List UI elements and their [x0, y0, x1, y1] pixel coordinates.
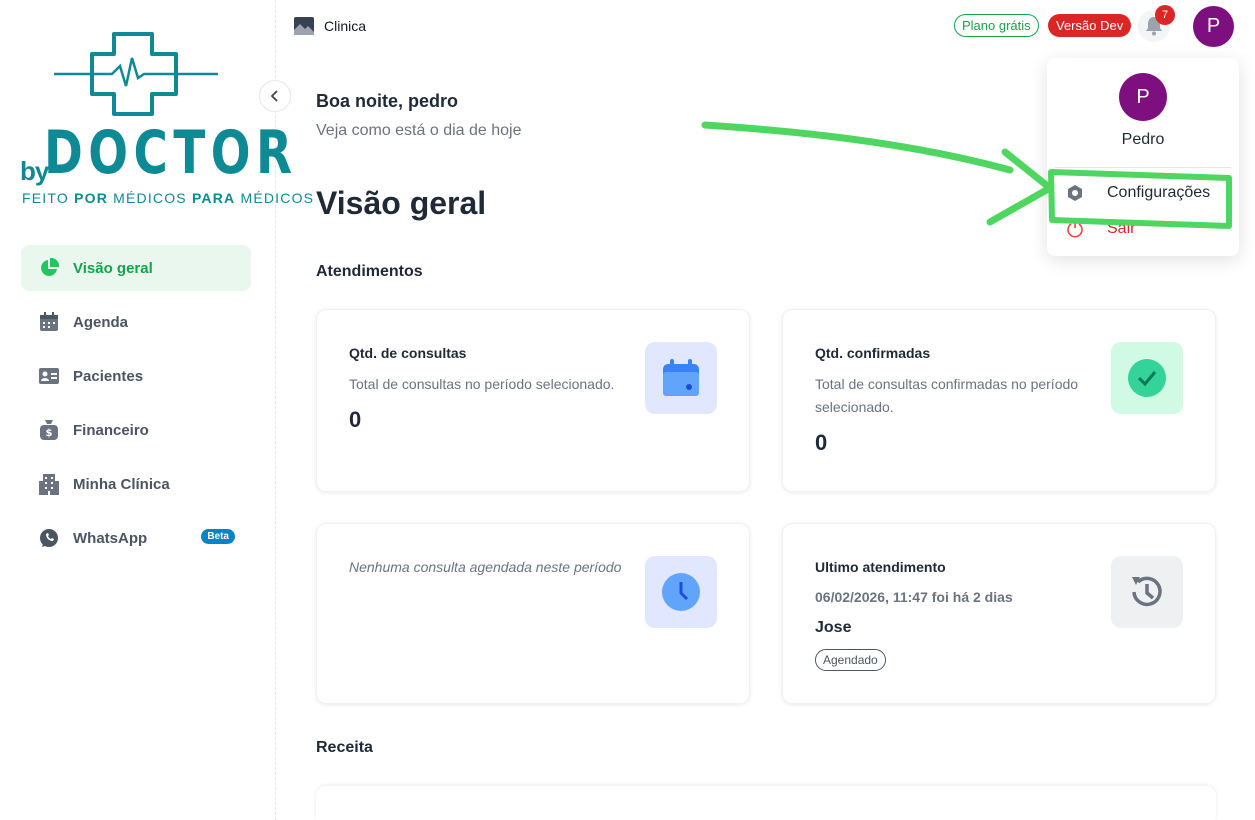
logout-label: Sair	[1107, 220, 1136, 237]
card-title: Qtd. confirmadas	[815, 345, 931, 361]
status-badge: Agendado	[815, 649, 886, 671]
greeting: Boa noite, pedro	[316, 91, 459, 111]
notification-count-badge: 7	[1155, 5, 1175, 25]
plan-badge[interactable]: Plano grátis	[954, 14, 1039, 37]
check-circle-icon	[1111, 342, 1183, 414]
dropdown-avatar: P	[1119, 73, 1167, 121]
sidebar-item-visao-geral[interactable]: Visão geral	[21, 245, 251, 291]
sidebar-item-agenda[interactable]: Agenda	[21, 299, 251, 345]
history-icon	[1111, 556, 1183, 628]
money-bag-icon: $	[38, 419, 60, 441]
calendar-icon	[38, 311, 60, 333]
brand-name: DOCTOR	[44, 118, 298, 188]
sidebar-item-label: Pacientes	[73, 367, 144, 385]
chevron-left-icon	[270, 90, 278, 102]
sidebar-item-label: Visão geral	[73, 259, 153, 277]
sidebar-item-pacientes[interactable]: Pacientes	[21, 353, 251, 399]
whatsapp-icon	[38, 527, 60, 549]
topbar: Clinica Plano grátis Versão Dev 7 P	[276, 0, 1255, 52]
image-icon	[294, 17, 314, 35]
sidebar: DOCTOR by FEITO POR MÉDICOS PARA MÉDICOS…	[0, 0, 313, 820]
card-description: Total de consultas no período selecionad…	[349, 376, 615, 392]
sidebar-item-label: Agenda	[73, 313, 129, 331]
sidebar-item-label: Minha Clínica	[73, 475, 170, 493]
building-icon	[38, 473, 60, 495]
card-value: 0	[349, 407, 362, 432]
bydoctor-logo[interactable]: DOCTOR by FEITO POR MÉDICOS PARA MÉDICOS	[18, 28, 313, 218]
pie-chart-icon	[38, 257, 60, 279]
beta-badge: Beta	[201, 529, 235, 544]
card-qtd-consultas: Qtd. de consultas Total de consultas no …	[316, 309, 750, 492]
dropdown-user-name: Pedro	[1121, 131, 1165, 148]
clinic-selector[interactable]: Clinica	[294, 17, 366, 35]
version-badge: Versão Dev	[1048, 14, 1132, 37]
collapse-sidebar-button[interactable]	[259, 80, 291, 112]
id-card-icon	[38, 365, 60, 387]
calendar-icon	[645, 342, 717, 414]
sidebar-item-minha-clinica[interactable]: Minha Clínica	[21, 461, 251, 507]
settings-menu-item[interactable]: Configurações	[1065, 180, 1210, 206]
sidebar-item-label: WhatsApp	[73, 529, 148, 547]
dropdown-divider	[1055, 167, 1231, 168]
section-receita: Receita	[316, 739, 373, 756]
card-title: Ultimo atendimento	[815, 559, 946, 575]
sidebar-nav: Visão geral Agenda Pacientes $ Financeir…	[21, 245, 251, 569]
page-title: Visão geral	[316, 185, 487, 221]
svg-text:$: $	[46, 428, 53, 439]
clock-icon	[645, 556, 717, 628]
card-proximas-consultas: Nenhuma consulta agendada neste período	[316, 523, 750, 704]
last-visit-date: 06/02/2026, 11:47 foi há 2 dias	[815, 589, 1013, 605]
card-receita	[316, 786, 1216, 820]
card-qtd-confirmadas: Qtd. confirmadas Total de consultas conf…	[782, 309, 1216, 492]
gear-icon	[1065, 185, 1085, 201]
power-icon	[1065, 220, 1085, 238]
user-menu-dropdown: P Pedro Configurações Sair	[1047, 58, 1239, 256]
clinic-name: Clinica	[324, 18, 367, 34]
brand-tagline: FEITO POR MÉDICOS PARA MÉDICOS	[22, 190, 315, 206]
card-ultimo-atendimento: Ultimo atendimento 06/02/2026, 11:47 foi…	[782, 523, 1216, 704]
empty-state-text: Nenhuma consulta agendada neste período	[349, 559, 622, 575]
user-avatar-button[interactable]: P	[1193, 6, 1234, 47]
sidebar-item-whatsapp[interactable]: WhatsApp Beta	[21, 515, 251, 561]
section-atendimentos: Atendimentos	[316, 263, 423, 280]
greeting-subtitle: Veja como está o dia de hoje	[316, 122, 522, 139]
card-title: Qtd. de consultas	[349, 345, 467, 361]
sidebar-item-label: Financeiro	[73, 421, 149, 439]
medical-cross-logo-icon	[54, 32, 218, 116]
card-description: Total de consultas confirmadas no períod…	[815, 376, 1079, 415]
sidebar-item-financeiro[interactable]: $ Financeiro	[21, 407, 251, 453]
patient-name[interactable]: Jose	[815, 619, 851, 637]
card-value: 0	[815, 430, 828, 455]
settings-label: Configurações	[1107, 184, 1211, 201]
logout-menu-item[interactable]: Sair	[1065, 216, 1135, 242]
brand-by: by	[20, 156, 49, 186]
